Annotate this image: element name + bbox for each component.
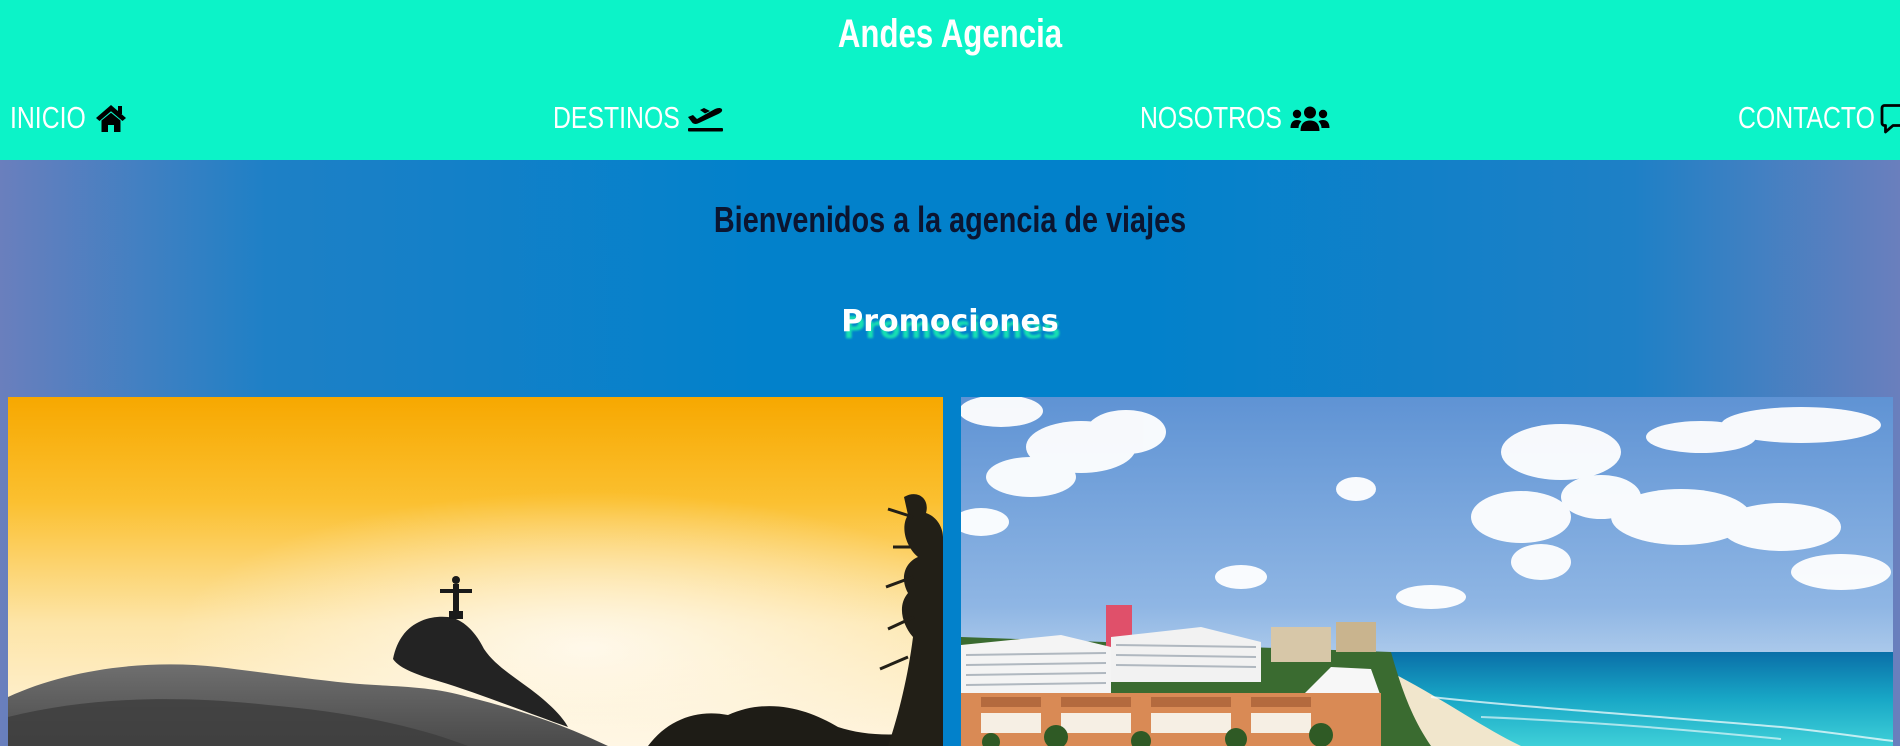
nav-item-inicio[interactable]: INICIO [10, 96, 129, 140]
nav-item-label: DESTINOS [553, 100, 680, 135]
home-icon [93, 101, 129, 135]
promo-photo-rio[interactable] [8, 397, 943, 746]
site-header: Andes Agencia INICIO DESTINOS NOSOTROS C… [0, 0, 1900, 160]
promotions-heading: Promociones [841, 304, 1059, 339]
nav-item-destinos[interactable]: DESTINOS [553, 96, 724, 140]
nav-item-label: INICIO [10, 100, 86, 135]
nav-item-label: NOSOTROS [1140, 100, 1282, 135]
nav-item-nosotros[interactable]: NOSOTROS [1140, 96, 1330, 140]
welcome-heading: Bienvenidos a la agencia de viajes [713, 199, 1187, 240]
nav-item-label: CONTACTO [1738, 100, 1875, 135]
promo-photo-cancun[interactable] [961, 397, 1893, 746]
chat-bubble-icon [1879, 101, 1900, 135]
users-icon [1289, 101, 1330, 135]
nav-item-contacto[interactable]: CONTACTO [1738, 96, 1900, 140]
brand-title[interactable]: Andes Agencia [209, 6, 1691, 62]
plane-departure-icon [685, 101, 724, 135]
main-content: Bienvenidos a la agencia de viajes Promo… [0, 160, 1900, 746]
